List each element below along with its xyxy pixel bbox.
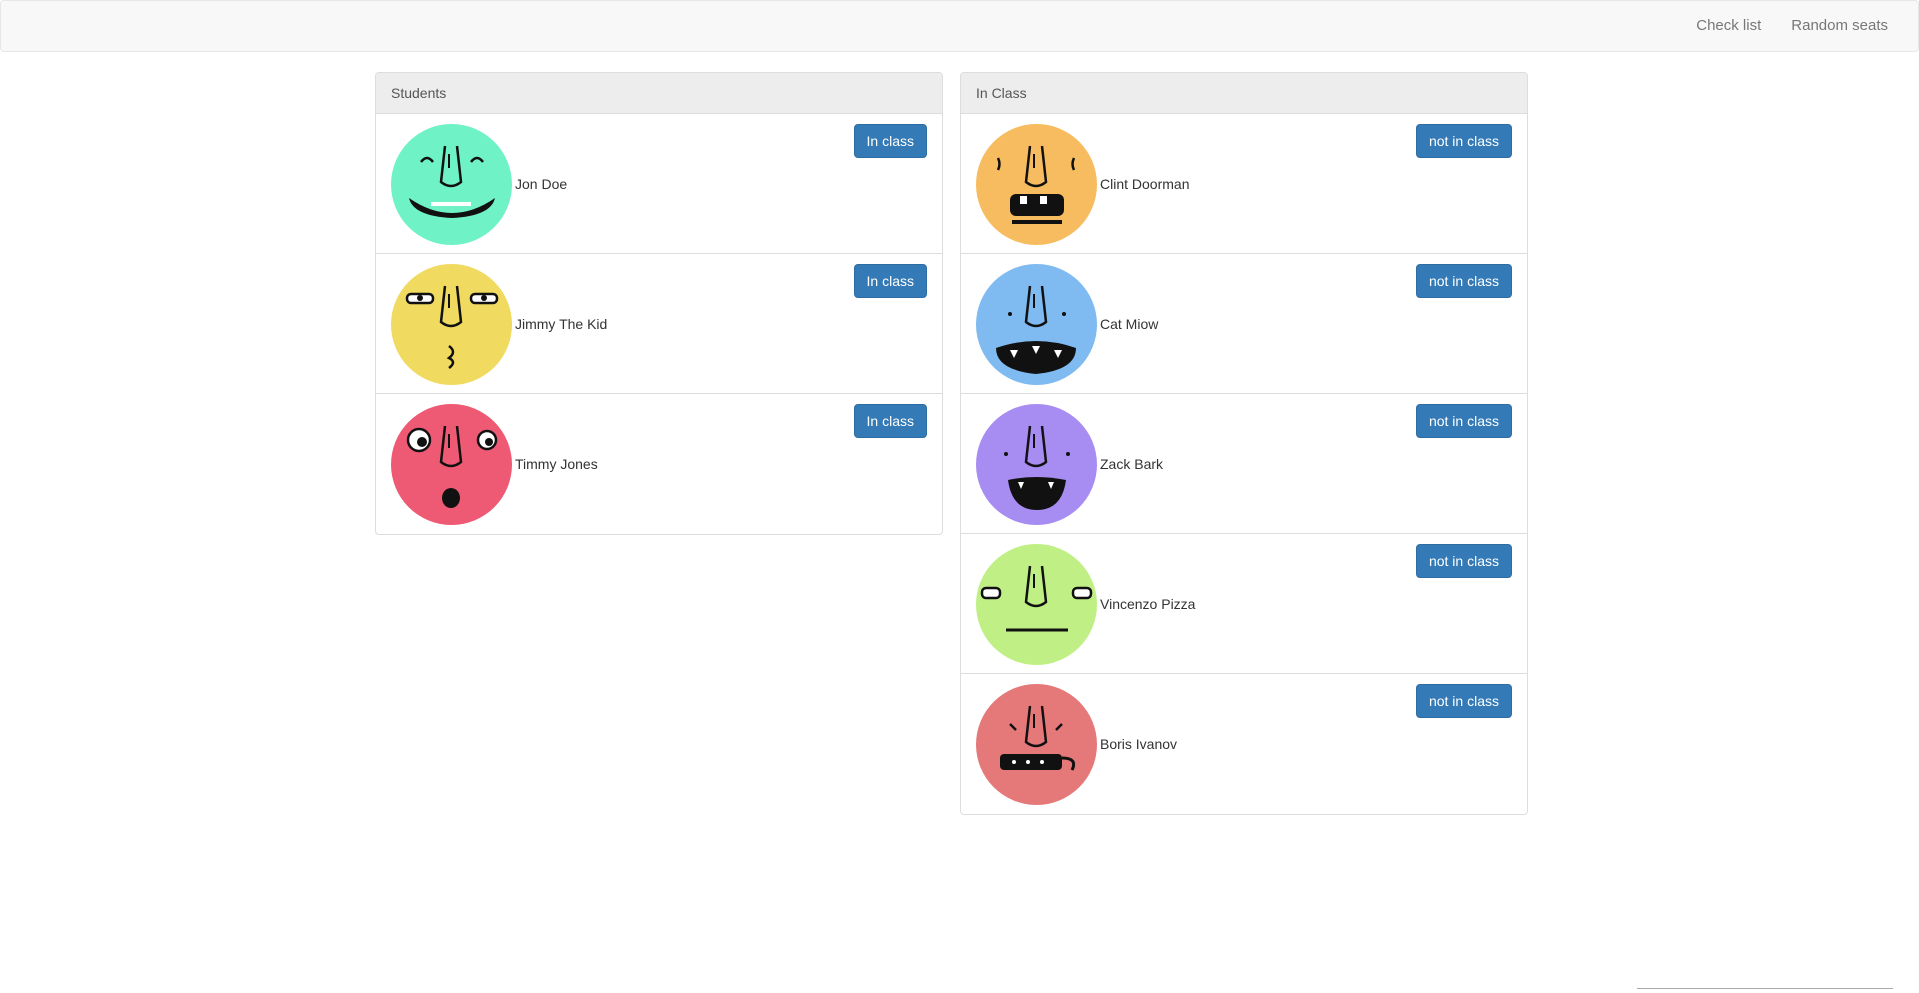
student-name: Cat Miow (1100, 316, 1159, 332)
mark-not-in-class-button[interactable]: not in class (1415, 544, 1512, 578)
students-panel-title: Students (376, 73, 942, 114)
students-list: Jon Doe In class Jimmy The Kid In class Timm… (376, 114, 942, 534)
monster-face-icon (976, 544, 1097, 665)
monster-face-icon (976, 684, 1097, 805)
avatar (391, 264, 512, 385)
student-name: Vincenzo Pizza (1100, 596, 1196, 612)
in-class-list: Clint Doorman not in class Cat Miow not in … (961, 114, 1527, 814)
divider (1637, 988, 1893, 989)
list-item: Cat Miow not in class (961, 254, 1527, 394)
monster-face-icon (391, 404, 512, 525)
mark-not-in-class-button[interactable]: not in class (1415, 124, 1512, 158)
avatar (976, 684, 1097, 805)
list-item: Vincenzo Pizza not in class (961, 534, 1527, 674)
student-name: Jon Doe (515, 176, 568, 192)
mark-not-in-class-button[interactable]: not in class (1415, 684, 1512, 718)
list-item: Timmy Jones In class (376, 394, 942, 534)
avatar (976, 404, 1097, 525)
avatar (976, 124, 1097, 245)
list-item: Clint Doorman not in class (961, 114, 1527, 254)
avatar (391, 124, 512, 245)
mark-in-class-button[interactable]: In class (853, 404, 927, 438)
in-class-panel-title: In Class (961, 73, 1527, 114)
list-item: Boris Ivanov not in class (961, 674, 1527, 814)
avatar (391, 404, 512, 525)
mark-not-in-class-button[interactable]: not in class (1415, 264, 1512, 298)
nav-link-random-seats[interactable]: Random seats (1776, 1, 1918, 51)
mark-in-class-button[interactable]: In class (853, 264, 927, 298)
in-class-panel: In Class Clint Doorman not in class Cat Mi… (960, 72, 1528, 815)
student-name: Jimmy The Kid (515, 316, 608, 332)
list-item: Zack Bark not in class (961, 394, 1527, 534)
students-panel: Students Jon Doe In class Jimmy The Kid In … (375, 72, 943, 535)
student-name: Zack Bark (1100, 456, 1164, 472)
monster-face-icon (391, 124, 512, 245)
top-navbar: Check list Random seats (0, 0, 1919, 52)
list-item: Jon Doe In class (376, 114, 942, 254)
avatar (976, 264, 1097, 385)
mark-in-class-button[interactable]: In class (853, 124, 927, 158)
mark-not-in-class-button[interactable]: not in class (1415, 404, 1512, 438)
monster-face-icon (976, 264, 1097, 385)
student-name: Boris Ivanov (1100, 736, 1178, 752)
student-name: Timmy Jones (515, 456, 598, 472)
navbar-links: Check list Random seats (1681, 1, 1918, 51)
monster-face-icon (391, 264, 512, 385)
nav-link-check-list[interactable]: Check list (1681, 1, 1776, 51)
avatar (976, 544, 1097, 665)
monster-face-icon (976, 404, 1097, 525)
student-name: Clint Doorman (1100, 176, 1190, 192)
monster-face-icon (976, 124, 1097, 245)
list-item: Jimmy The Kid In class (376, 254, 942, 394)
